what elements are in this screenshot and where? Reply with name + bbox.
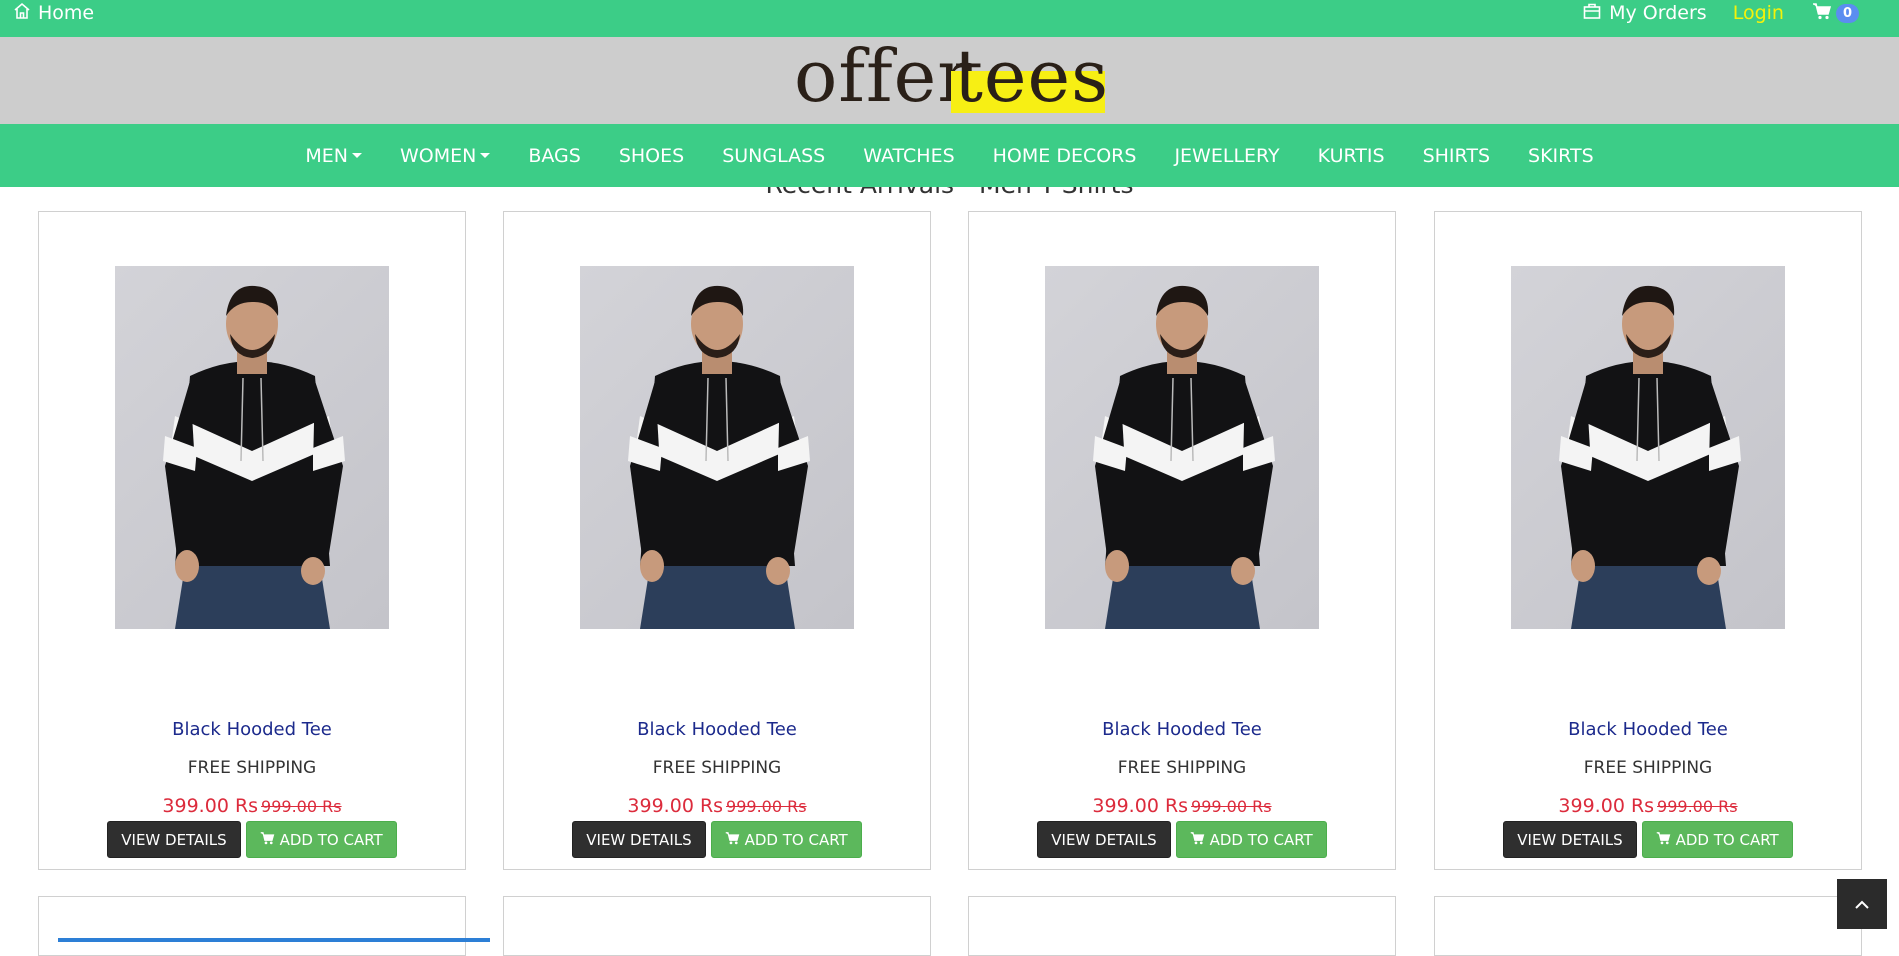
original-price: 999.00 Rs: [1191, 797, 1272, 816]
cart-icon: [260, 831, 275, 849]
add-to-cart-button[interactable]: ADD TO CART: [1641, 821, 1793, 858]
product-price: 399.00 Rs 999.00 Rs: [1435, 795, 1861, 817]
view-details-button[interactable]: VIEW DETAILS: [1503, 821, 1637, 858]
briefcase-icon: [1582, 1, 1602, 26]
nav-label: SKIRTS: [1528, 144, 1594, 167]
nav-label: JEWELLERY: [1174, 144, 1280, 167]
nav-label: SHIRTS: [1422, 144, 1491, 167]
model-photo: [1093, 285, 1275, 629]
nav-label: SUNGLASS: [722, 144, 826, 167]
nav-item-men[interactable]: MEN: [305, 145, 362, 167]
cart-icon: [1812, 2, 1832, 24]
nav-label: KURTIS: [1317, 144, 1385, 167]
sale-price: 399.00 Rs: [1558, 795, 1655, 817]
product-name[interactable]: Black Hooded Tee: [39, 719, 465, 740]
shipping-label: FREE SHIPPING: [1583, 758, 1713, 778]
product-card: Black Hooded Tee FREE SHIPPING 399.00 Rs…: [1434, 211, 1862, 870]
product-price: 399.00 Rs 999.00 Rs: [504, 795, 930, 817]
nav-label: WATCHES: [863, 144, 955, 167]
nav-item-home-decors[interactable]: HOME DECORS: [993, 145, 1137, 167]
nav-item-women[interactable]: WOMEN: [399, 144, 491, 167]
view-details-button[interactable]: VIEW DETAILS: [107, 821, 241, 858]
shipping-label: FREE SHIPPING: [1117, 758, 1247, 778]
product-image[interactable]: [115, 266, 389, 629]
my-orders-link[interactable]: My Orders: [1582, 1, 1707, 26]
nav-label: WOMEN: [399, 144, 477, 167]
sale-price: 399.00 Rs: [1092, 795, 1189, 817]
nav-label: HOME DECORS: [992, 144, 1137, 167]
sale-price: 399.00 Rs: [162, 795, 259, 817]
my-orders-label: My Orders: [1609, 2, 1707, 24]
add-to-cart-label: ADD TO CART: [744, 830, 848, 849]
product-name[interactable]: Black Hooded Tee: [504, 719, 930, 740]
product-card: Black Hooded Tee FREE SHIPPING 399.00 Rs…: [38, 211, 466, 870]
model-photo: [628, 285, 810, 629]
top-bar: Home My Orders Login 0: [0, 0, 1899, 37]
nav-item-skirts[interactable]: SKIRTS: [1528, 145, 1594, 167]
nav-label: MEN: [305, 144, 348, 167]
home-icon: [12, 1, 32, 26]
product-card: [1434, 896, 1862, 956]
view-details-label: VIEW DETAILS: [1517, 830, 1623, 849]
product-image[interactable]: [1045, 266, 1319, 629]
nav-label: SHOES: [618, 144, 685, 167]
cart-count-badge: 0: [1835, 3, 1859, 23]
chevron-up-icon: [1854, 895, 1870, 914]
product-card: [38, 896, 466, 956]
add-to-cart-label: ADD TO CART: [1209, 830, 1313, 849]
product-card: [503, 896, 931, 956]
original-price: 999.00 Rs: [726, 797, 807, 816]
home-link[interactable]: Home: [12, 0, 94, 26]
product-price: 399.00 Rs 999.00 Rs: [39, 795, 465, 817]
nav-item-shoes[interactable]: SHOES: [619, 145, 684, 167]
product-name[interactable]: Black Hooded Tee: [969, 719, 1395, 740]
view-details-button[interactable]: VIEW DETAILS: [1037, 821, 1171, 858]
login-link[interactable]: Login: [1733, 2, 1784, 24]
model-photo: [1559, 285, 1741, 629]
original-price: 999.00 Rs: [261, 797, 342, 816]
view-details-label: VIEW DETAILS: [121, 830, 227, 849]
product-image[interactable]: [580, 266, 854, 629]
product-price: 399.00 Rs 999.00 Rs: [969, 795, 1395, 817]
logo-band: offer tees: [0, 37, 1899, 124]
view-details-button[interactable]: VIEW DETAILS: [572, 821, 706, 858]
cart-icon: [1190, 831, 1205, 849]
shipping-label: FREE SHIPPING: [652, 758, 782, 778]
nav-item-kurtis[interactable]: KURTIS: [1318, 145, 1385, 167]
add-to-cart-button[interactable]: ADD TO CART: [1175, 821, 1327, 858]
cart-icon: [1656, 831, 1671, 849]
progress-strip: [58, 938, 490, 942]
add-to-cart-button[interactable]: ADD TO CART: [710, 821, 862, 858]
add-to-cart-label: ADD TO CART: [279, 830, 383, 849]
add-to-cart-label: ADD TO CART: [1675, 830, 1779, 849]
cart-icon: [725, 831, 740, 849]
nav-item-jewellery[interactable]: JEWELLERY: [1174, 145, 1279, 167]
add-to-cart-button[interactable]: ADD TO CART: [245, 821, 397, 858]
sale-price: 399.00 Rs: [627, 795, 724, 817]
logo-text-tees: tees: [954, 34, 1110, 118]
nav-label: BAGS: [528, 144, 581, 167]
site-logo[interactable]: offer tees: [794, 34, 1110, 119]
product-name[interactable]: Black Hooded Tee: [1435, 719, 1861, 740]
back-to-top-button[interactable]: [1837, 879, 1887, 929]
shipping-label: FREE SHIPPING: [187, 758, 317, 778]
caret-down-icon: [480, 153, 491, 158]
cart-button[interactable]: 0: [1812, 2, 1859, 24]
view-details-label: VIEW DETAILS: [1051, 830, 1157, 849]
nav-item-sunglass[interactable]: SUNGLASS: [722, 145, 825, 167]
logo-text-offer: offer: [794, 34, 973, 118]
nav-item-shirts[interactable]: SHIRTS: [1423, 145, 1490, 167]
product-image[interactable]: [1511, 266, 1785, 629]
caret-down-icon: [351, 153, 362, 158]
home-label: Home: [38, 2, 95, 24]
model-photo: [163, 285, 345, 629]
product-card: Black Hooded Tee FREE SHIPPING 399.00 Rs…: [503, 211, 931, 870]
product-card: [968, 896, 1396, 956]
original-price: 999.00 Rs: [1657, 797, 1738, 816]
category-nav: MEN WOMEN BAGS SHOES SUNGLASS WATCHES HO…: [0, 124, 1899, 187]
nav-item-bags[interactable]: BAGS: [528, 145, 580, 167]
view-details-label: VIEW DETAILS: [586, 830, 692, 849]
nav-item-watches[interactable]: WATCHES: [863, 145, 954, 167]
product-card: Black Hooded Tee FREE SHIPPING 399.00 Rs…: [968, 211, 1396, 870]
